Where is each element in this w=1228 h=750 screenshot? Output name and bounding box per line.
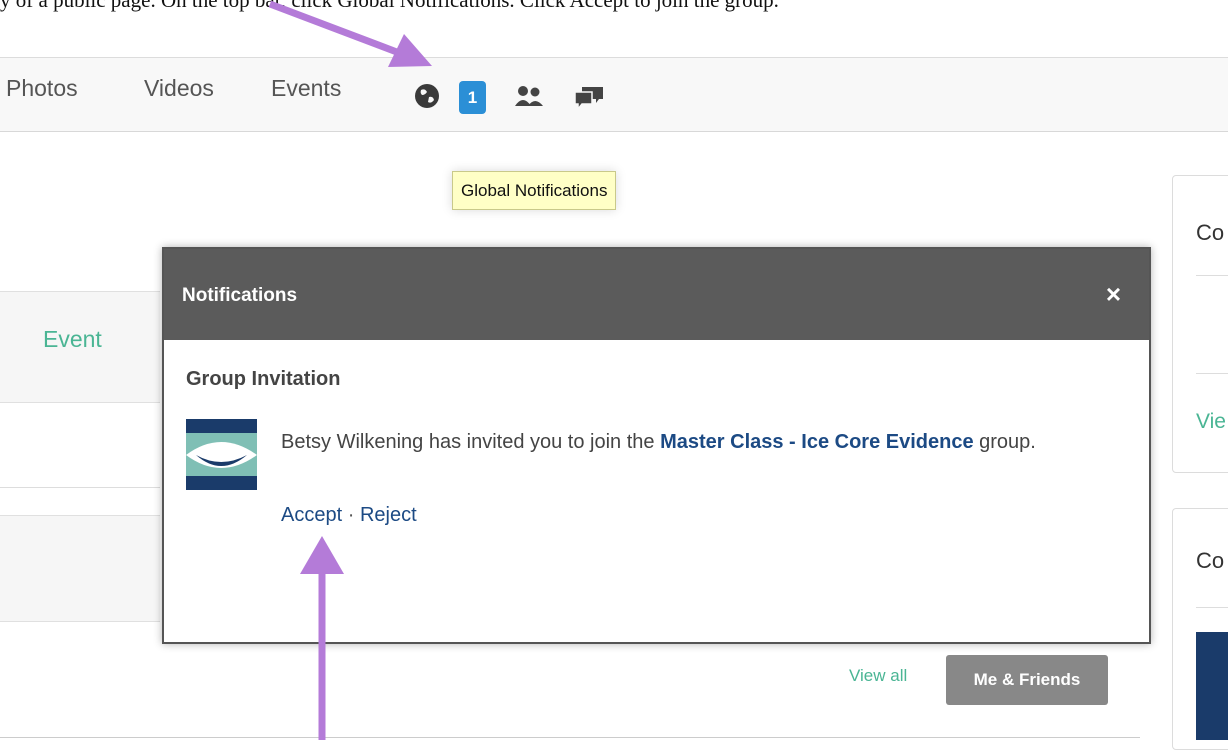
dialog-header: Notifications × (164, 249, 1149, 340)
left-panel (0, 515, 160, 622)
instruction-caption: y of a public page. On the top bar, clic… (0, 0, 779, 12)
right-card-view-link[interactable]: Vie (1196, 410, 1226, 434)
me-and-friends-button[interactable]: Me & Friends (946, 655, 1108, 705)
left-divider (0, 487, 160, 488)
group-thumbnail (1196, 632, 1228, 740)
chat-icon[interactable] (572, 84, 606, 112)
friends-icon[interactable] (513, 84, 547, 110)
bottom-divider (0, 737, 1140, 738)
right-card-top-title: Co (1196, 220, 1225, 245)
action-separator: · (342, 504, 360, 526)
invitation-suffix: group. (973, 431, 1036, 453)
invitation-prefix: Betsy Wilkening has invited you to join … (281, 431, 661, 453)
notifications-dialog: Notifications × Group Invitation Betsy W… (162, 247, 1151, 644)
right-card-divider (1196, 607, 1228, 608)
global-notifications-tooltip: Global Notifications (452, 171, 617, 210)
right-card-divider (1196, 373, 1228, 374)
nav-item-videos[interactable]: Videos (144, 75, 214, 102)
invitation-message: Betsy Wilkening has invited you to join … (281, 426, 1101, 458)
right-card-bottom-title: Co (1196, 548, 1225, 573)
view-all-link[interactable]: View all (849, 666, 907, 686)
dialog-title: Notifications (182, 285, 298, 306)
right-card-divider (1196, 275, 1228, 276)
invitation-actions: Accept · Reject (281, 504, 417, 527)
group-name-link[interactable]: Master Class - Ice Core Evidence (660, 431, 973, 453)
globe-icon[interactable] (413, 82, 441, 110)
nav-item-photos[interactable]: Photos (6, 75, 78, 102)
nav-item-events[interactable]: Events (271, 75, 341, 102)
accept-link[interactable]: Accept (281, 504, 342, 526)
group-logo (186, 419, 257, 490)
group-invitation-heading: Group Invitation (186, 368, 341, 390)
reject-link[interactable]: Reject (360, 504, 417, 526)
tab-event[interactable]: Event (43, 326, 102, 353)
global-notifications-badge[interactable]: 1 (459, 81, 486, 114)
close-button[interactable]: × (1106, 281, 1121, 307)
